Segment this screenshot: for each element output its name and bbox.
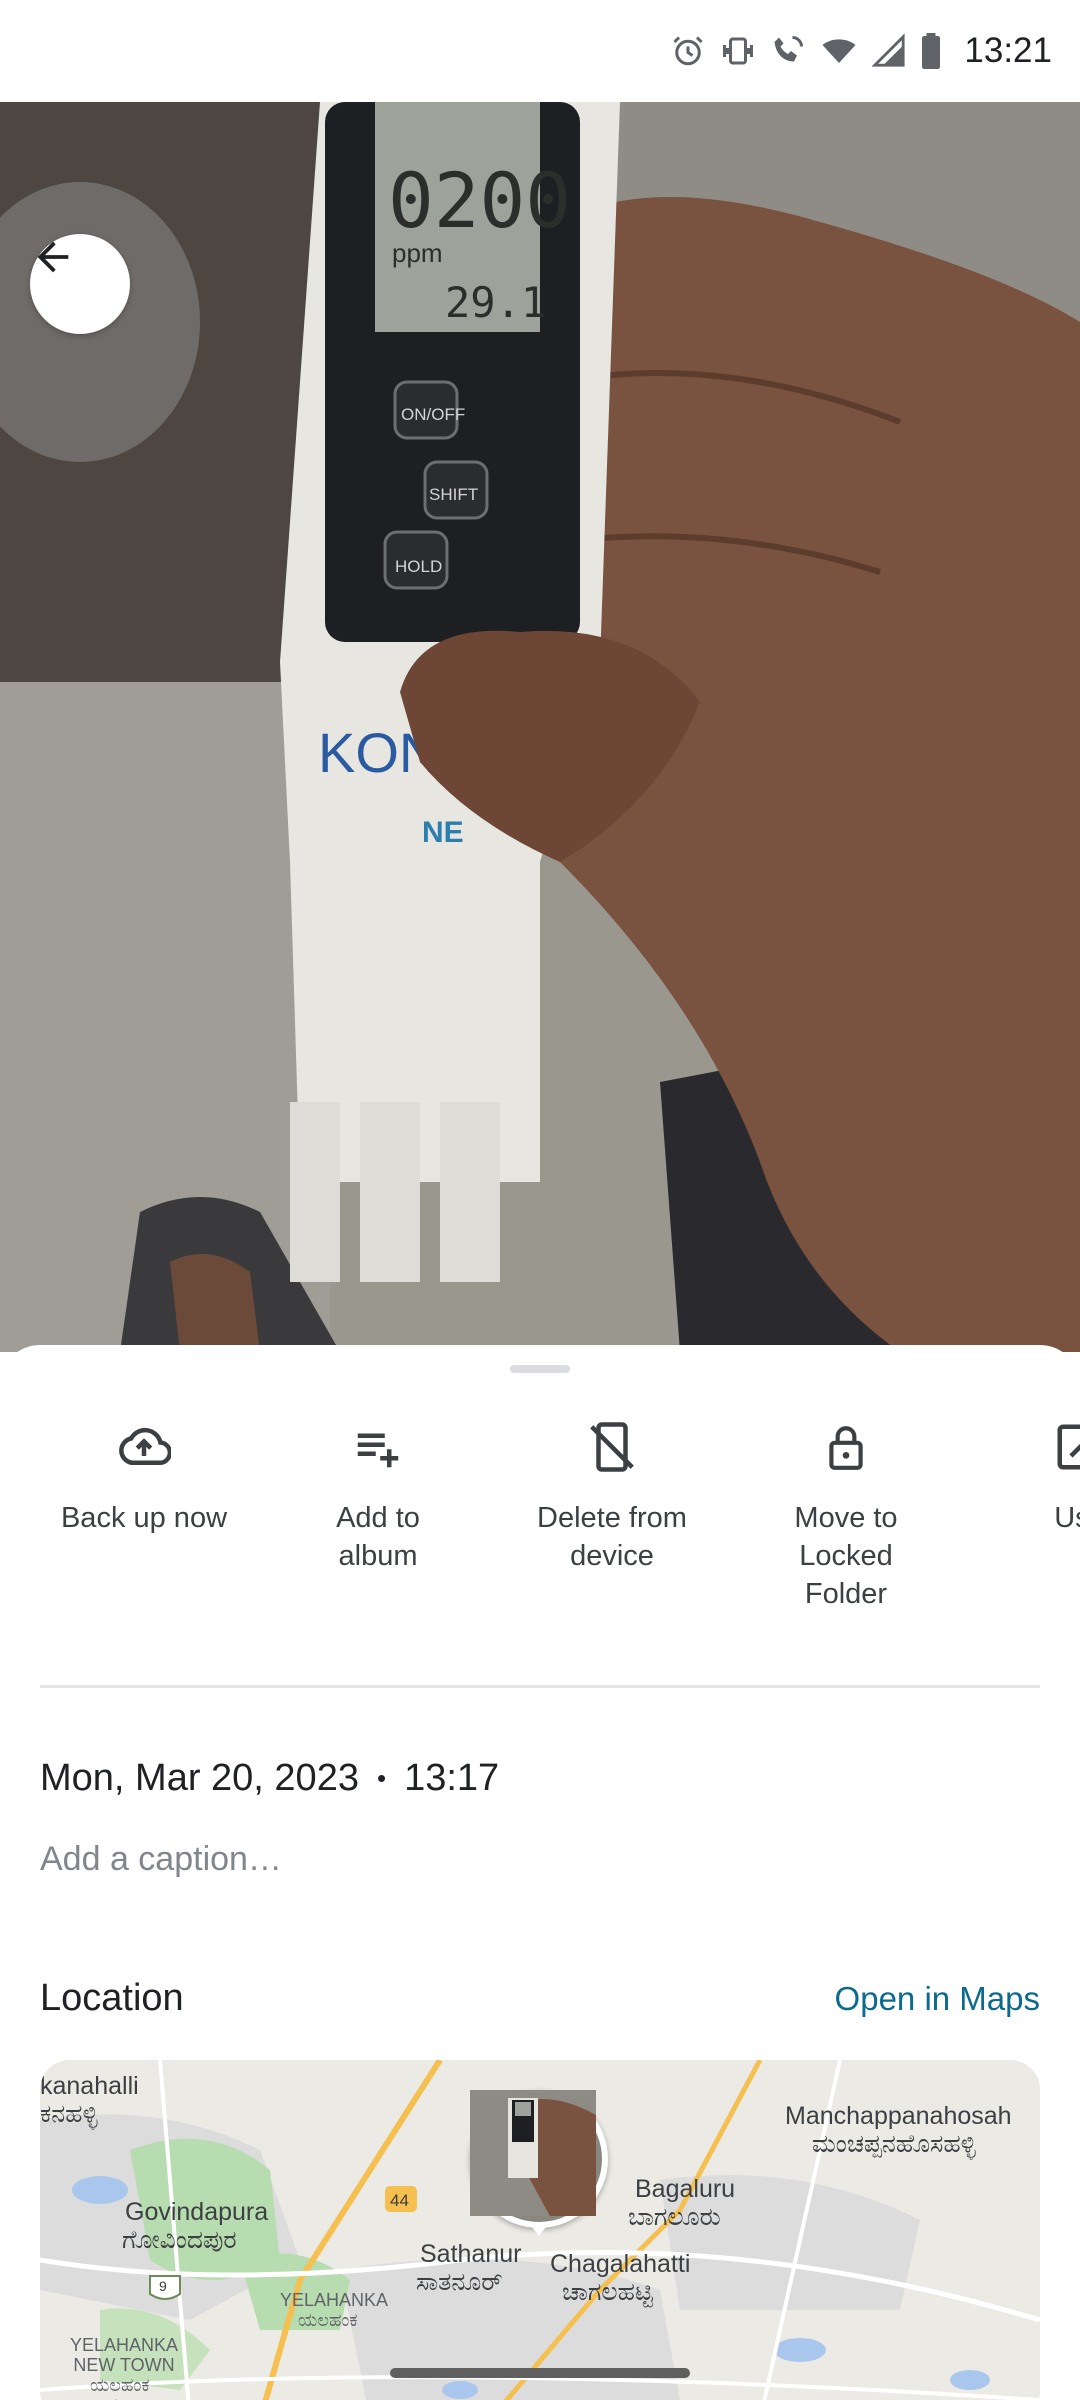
drag-handle[interactable]	[510, 1365, 570, 1373]
edit-icon	[1057, 1424, 1080, 1470]
map-label-chagalahatti-kn: ಚಾಗಲಹಟ್ಟಿ	[562, 2278, 654, 2306]
meter-button-shift: SHIFT	[429, 485, 478, 504]
use-as-button[interactable]: Use	[970, 1417, 1080, 1537]
meter-reading: 0200	[388, 156, 571, 245]
delete-from-device-button[interactable]: Delete from device	[502, 1417, 722, 1575]
map-label-chagalahatti: Chagalahatti	[550, 2250, 691, 2278]
wifi-icon	[822, 39, 856, 63]
photo-image: 0200 ppm 29.1 ON/OFF SHIFT HOLD KON NE	[0, 102, 1080, 1352]
gesture-nav-handle[interactable]	[390, 2368, 690, 2378]
divider	[40, 1685, 1040, 1688]
lock-icon	[829, 1426, 863, 1470]
wifi-calling-icon	[774, 36, 804, 62]
map-label-kanahalli: kanahalli	[40, 2072, 139, 2100]
map-pin-tail	[528, 2222, 550, 2236]
meter-temp: 29.1	[445, 278, 546, 327]
map-label-sathanur: Sathanur	[420, 2240, 522, 2268]
map-label-manchappanahosah-kn: ಮಂಚಪ್ಪನಹೊಸಹಳ್ಳಿ	[812, 2130, 976, 2158]
map-label-yelahanka: YELAHANKA	[280, 2290, 389, 2310]
phone-delete-icon	[590, 1422, 634, 1472]
signal-icon	[872, 33, 905, 67]
use-as-label: Use	[1054, 1502, 1080, 1534]
status-bar: 13:21	[0, 0, 1080, 102]
map-label-bagaluru-kn: ಬಾಗಲೂರು	[628, 2203, 721, 2231]
map-label-yelahanka-kn: ಯಲಹಂಕ	[298, 2310, 358, 2330]
info-sheet: Back up now Add to album Delete from dev…	[0, 1345, 1080, 2400]
add-to-album-label: Add to album	[336, 1502, 420, 1572]
alarm-icon	[673, 36, 703, 66]
photo-date: Mon, Mar 20, 2023	[40, 1757, 359, 1799]
road-9-label: 9	[159, 2278, 167, 2294]
backup-now-button[interactable]: Back up now	[34, 1417, 254, 1537]
map-label-govindapura-kn: ಗೋವಿಂದಪುರ	[122, 2226, 237, 2254]
open-in-maps-link[interactable]: Open in Maps	[835, 1980, 1040, 2018]
meter-button-hold: HOLD	[395, 557, 442, 576]
road-44-label: 44	[390, 2191, 409, 2210]
add-to-album-button[interactable]: Add to album	[268, 1417, 488, 1575]
playlist-add-icon	[357, 1433, 399, 1468]
battery-icon	[922, 33, 941, 69]
map-label-kanahalli-kn: ಕನಹಳ್ಳಿ	[40, 2100, 98, 2128]
location-title: Location	[40, 1977, 184, 2019]
separator-dot: •	[376, 1763, 387, 1793]
map-photo-pin[interactable]	[470, 2090, 608, 2228]
map-label-sathanur-kn: ಸಾತನೂರ್	[416, 2268, 503, 2296]
map-label-manchappanahosah: Manchappanahosah	[785, 2102, 1012, 2130]
delete-from-device-label: Delete from device	[537, 1502, 687, 1572]
map-pin-thumbnail	[470, 2090, 602, 2222]
move-to-locked-folder-label: Move to Locked Folder	[794, 1502, 898, 1610]
back-button[interactable]	[30, 234, 130, 334]
caption-input[interactable]: Add a caption…	[40, 1840, 282, 1879]
action-row: Back up now Add to album Delete from dev…	[0, 1417, 1080, 1647]
cloud-upload-icon	[119, 1427, 171, 1465]
meter-brand-sub: NE	[422, 816, 464, 849]
photo-view[interactable]: 0200 ppm 29.1 ON/OFF SHIFT HOLD KON NE	[0, 102, 1080, 1352]
photo-datetime[interactable]: Mon, Mar 20, 2023 • 13:17	[40, 1757, 499, 1800]
backup-now-label: Back up now	[60, 1502, 228, 1534]
vibrate-icon	[723, 37, 754, 65]
move-to-locked-folder-button[interactable]: Move to Locked Folder	[736, 1417, 956, 1613]
meter-unit: ppm	[392, 238, 443, 268]
map-label-govindapura: Govindapura	[125, 2198, 269, 2226]
photo-time: 13:17	[404, 1757, 500, 1799]
status-time: 13:21	[964, 31, 1052, 70]
map-label-yelahanka-new-town: YELAHANKA NEW TOWN	[70, 2335, 179, 2375]
map-label-bagaluru: Bagaluru	[635, 2175, 736, 2203]
arrow-back-icon	[37, 241, 69, 273]
map-label-yelahanka-new-town-kn: ಯಲಹಂಕ ನ್ಯೂ	[90, 2375, 150, 2400]
meter-button-onoff: ON/OFF	[401, 405, 465, 424]
location-map[interactable]: 44 9 kanahalli ಕನಹಳ್ಳಿ Govindapura ಗೋವಿಂ…	[40, 2060, 1040, 2400]
